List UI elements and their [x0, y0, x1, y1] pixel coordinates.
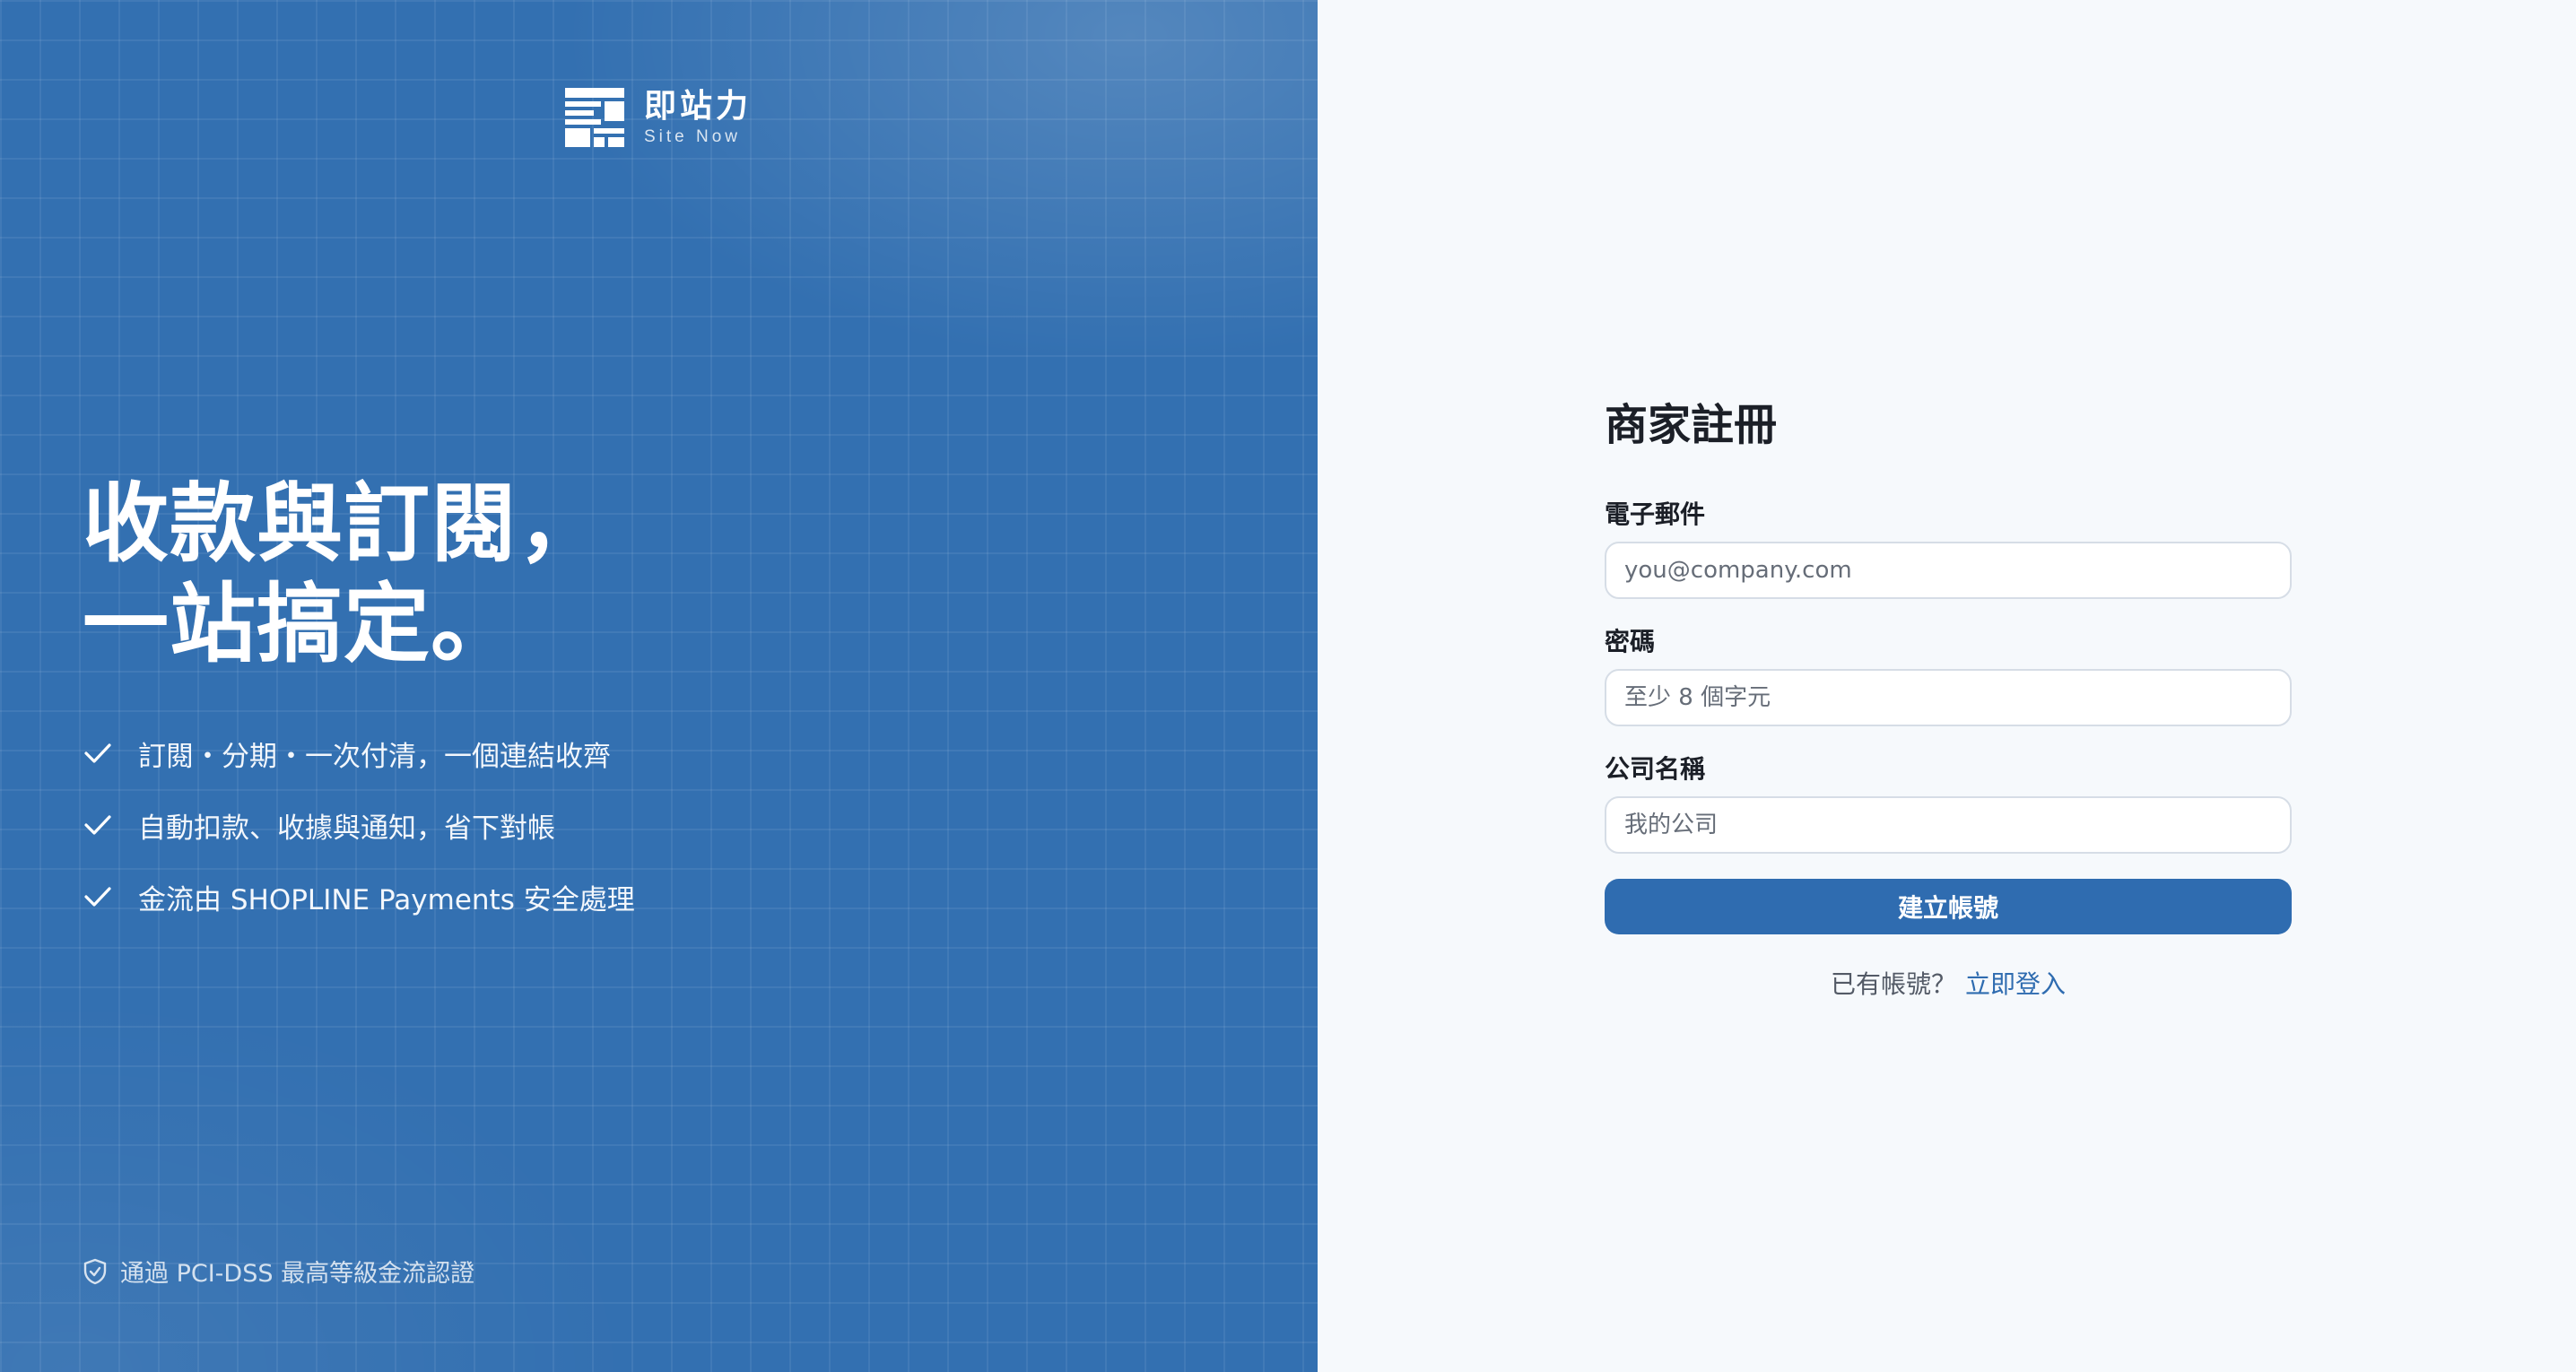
check-icon — [84, 887, 111, 907]
brand-logo[interactable]: 即站力 Site Now — [565, 88, 752, 147]
security-note: 通過 PCI-DSS 最高等級金流認證 — [83, 1254, 474, 1289]
headline-line-2: 一站搞定。 — [83, 574, 518, 674]
brand-tagline: Site Now — [644, 127, 742, 146]
feature-item: 自動扣款、收據與通知，省下對帳 — [83, 805, 635, 845]
feature-item: 金流由 SHOPLINE Payments 安全處理 — [83, 877, 635, 916]
company-input[interactable] — [1605, 796, 2292, 854]
check-icon — [84, 815, 111, 835]
company-label: 公司名稱 — [1605, 754, 1706, 784]
brand-name: 即站力 — [644, 88, 753, 125]
security-note-text: 通過 PCI-DSS 最高等級金流認證 — [120, 1260, 475, 1288]
signin-prompt: 已有帳號？ — [1830, 969, 1956, 999]
shield-check-icon — [83, 1258, 107, 1284]
check-icon — [84, 743, 111, 763]
brand-wordmark: 即站力 Site Now — [644, 88, 752, 147]
signin-row: 已有帳號？ 立即登入 — [1605, 965, 2292, 1001]
signup-panel: 商家註冊 電子郵件 密碼 公司名稱 建立帳號 已有帳號？ 立即登入 — [1318, 0, 2576, 1372]
password-field-group: 密碼 — [1605, 624, 2295, 726]
form-title: 商家註冊 — [1605, 400, 1778, 450]
signin-link[interactable]: 立即登入 — [1965, 969, 2066, 999]
feature-list: 訂閱・分期・一次付清，一個連結收齊 自動扣款、收據與通知，省下對帳 金流由 SH… — [83, 734, 635, 949]
company-field-group: 公司名稱 — [1605, 751, 2295, 854]
merchant-signup-form: 商家註冊 電子郵件 密碼 公司名稱 建立帳號 已有帳號？ 立即登入 — [1605, 393, 2295, 1001]
feature-text: 訂閱・分期・一次付清，一個連結收齊 — [138, 740, 611, 773]
email-field-group: 電子郵件 — [1605, 497, 2295, 599]
email-label: 電子郵件 — [1605, 499, 1706, 529]
password-input[interactable] — [1605, 669, 2292, 726]
hero-panel: 即站力 Site Now 收款與訂閱， 一站搞定。 訂閱・分期・一次付清，一個連… — [0, 0, 1318, 1372]
create-account-button[interactable]: 建立帳號 — [1605, 879, 2292, 934]
feature-text: 自動扣款、收據與通知，省下對帳 — [138, 812, 555, 845]
feature-item: 訂閱・分期・一次付清，一個連結收齊 — [83, 734, 635, 773]
feature-text: 金流由 SHOPLINE Payments 安全處理 — [138, 883, 635, 916]
password-label: 密碼 — [1605, 627, 1656, 656]
hero-headline: 收款與訂閱， 一站搞定。 — [83, 473, 605, 674]
site-now-logo-icon — [565, 88, 624, 147]
email-input[interactable] — [1605, 542, 2292, 599]
headline-line-1: 收款與訂閱， — [83, 473, 605, 574]
